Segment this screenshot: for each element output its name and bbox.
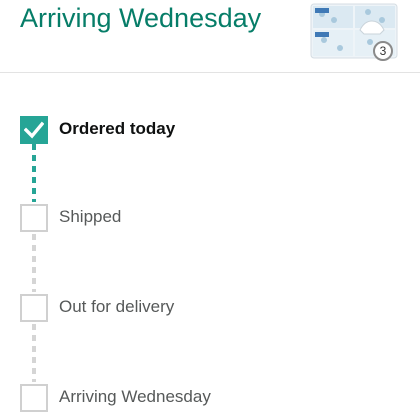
quantity-badge: 3	[373, 41, 393, 61]
progress-connector-1	[32, 144, 36, 202]
step-label-shipped: Shipped	[59, 207, 122, 226]
step-checkbox	[20, 384, 48, 412]
progress-connector-3	[32, 324, 36, 382]
progress-connector-2	[32, 234, 36, 292]
checkmark-icon	[24, 121, 44, 139]
tracker-step-arriving: Arriving Wednesday	[0, 384, 420, 420]
tracker-step-out-for-delivery: Out for delivery	[0, 294, 420, 330]
step-checkbox	[20, 294, 48, 322]
order-header: Arriving Wednesday 3	[0, 0, 420, 72]
step-label-out-for-delivery: Out for delivery	[59, 297, 175, 316]
tracker-step-ordered: Ordered today	[0, 116, 420, 152]
step-label-arriving: Arriving Wednesday	[59, 387, 211, 406]
step-label-ordered: Ordered today	[59, 119, 176, 138]
step-checkbox	[20, 204, 48, 232]
tracker-step-shipped: Shipped	[0, 204, 420, 240]
delivery-title: Arriving Wednesday	[20, 3, 262, 33]
step-checkbox-checked	[20, 116, 48, 144]
header-divider	[0, 72, 420, 73]
